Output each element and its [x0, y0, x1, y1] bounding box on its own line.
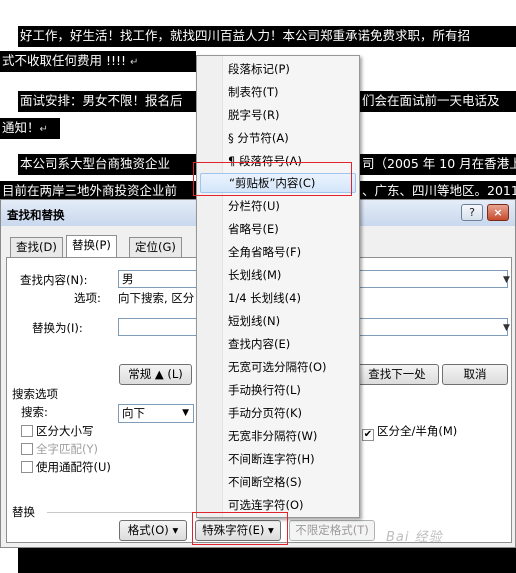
- dialog-title: 查找和替换: [7, 208, 65, 222]
- tab-replace[interactable]: 替换(P): [66, 235, 117, 258]
- annotation-box-special-button: [192, 512, 288, 545]
- menu-item-nonbreaking-space[interactable]: 不间断空格(S): [200, 472, 356, 492]
- doc-line-2: 式不收取任何费用 !!!! ↵: [0, 51, 196, 72]
- annotation-box-clipboard: [193, 162, 352, 196]
- replace-label: 替换为(I):: [32, 321, 83, 335]
- section-divider: [47, 512, 197, 513]
- options-label: 选项:: [74, 291, 101, 305]
- close-button[interactable]: ×: [487, 204, 509, 221]
- no-format-button[interactable]: 不限定格式(T): [289, 520, 375, 541]
- doc-line-5a: 本公司系大型台商独资企业: [18, 154, 196, 175]
- menu-item-zero-width-non-break[interactable]: 无宽非分隔符(W): [200, 426, 356, 446]
- menu-item-paragraph-mark[interactable]: 段落标记(P): [200, 59, 356, 79]
- menu-item-caret[interactable]: 脱字号(R): [200, 105, 356, 125]
- watermark: Bai 经验: [386, 530, 443, 545]
- special-characters-menu: 段落标记(P) 制表符(T) 脱字号(R) § 分节符(A) ¶ 段落符号(A)…: [196, 55, 360, 518]
- menu-item-manual-line-break[interactable]: 手动换行符(L): [200, 380, 356, 400]
- menu-item-section-char[interactable]: § 分节符(A): [200, 128, 356, 148]
- doc-line-1: 好工作，好生活！找工作，就找四川百益人力！本公司郑重承诺免费求职，所有招: [18, 26, 516, 47]
- format-button[interactable]: 格式(O) ▾: [119, 520, 187, 541]
- doc-line-5b: 司（2005 年 10 月在香港上: [360, 154, 516, 175]
- checkbox-icon: [21, 425, 33, 437]
- replace-section-title: 替换: [12, 505, 35, 519]
- doc-bottom-line: [18, 548, 516, 573]
- wildcards-checkbox[interactable]: 使用通配符(U): [21, 459, 111, 475]
- match-case-checkbox[interactable]: 区分大小写: [21, 423, 94, 439]
- menu-item-quarter-em-dash[interactable]: 1/4 长划线(4): [200, 288, 356, 308]
- checked-icon: ✔: [362, 429, 374, 441]
- doc-line-3a: 面试安排：男女不限！报名后: [18, 91, 196, 112]
- search-direction-value: 向下: [122, 406, 145, 420]
- search-direction-label: 搜索:: [21, 405, 48, 419]
- less-button[interactable]: 常规 ▲ (L): [119, 364, 192, 385]
- replace-dropdown-icon[interactable]: ▼: [503, 323, 510, 333]
- checkbox-icon: [21, 461, 33, 473]
- tab-goto[interactable]: 定位(G): [129, 237, 182, 257]
- menu-item-fullwidth-ellipsis[interactable]: 全角省略号(F): [200, 242, 356, 262]
- help-button[interactable]: ?: [461, 204, 483, 221]
- whole-word-checkbox[interactable]: 全字匹配(Y): [21, 441, 98, 457]
- search-options-title: 搜索选项: [12, 387, 58, 401]
- tab-find[interactable]: 查找(D): [10, 237, 63, 257]
- search-direction-select[interactable]: 向下 ▼: [118, 404, 194, 423]
- find-dropdown-icon[interactable]: ▼: [503, 275, 510, 285]
- menu-item-manual-page-break[interactable]: 手动分页符(K): [200, 403, 356, 423]
- menu-item-zero-width-optional-break[interactable]: 无宽可选分隔符(O): [200, 357, 356, 377]
- menu-item-ellipsis[interactable]: 省略号(E): [200, 219, 356, 239]
- menu-item-en-dash[interactable]: 短划线(N): [200, 311, 356, 331]
- find-next-button[interactable]: 查找下一处: [355, 364, 439, 385]
- match-width-checkbox[interactable]: ✔ 区分全/半角(M): [362, 423, 457, 441]
- chevron-down-icon: ▼: [182, 408, 189, 418]
- checkbox-icon: [21, 443, 33, 455]
- options-value: 向下搜索, 区分: [118, 291, 195, 305]
- menu-item-nonbreaking-hyphen[interactable]: 不间断连字符(H): [200, 449, 356, 469]
- find-value: 男: [122, 272, 134, 286]
- find-label: 查找内容(N):: [20, 273, 88, 287]
- cancel-button[interactable]: 取消: [442, 364, 508, 385]
- menu-item-find-what[interactable]: 查找内容(E): [200, 334, 356, 354]
- doc-line-4: 通知！↵: [0, 118, 60, 139]
- doc-line-3b: 们会在面试前一天电话及: [360, 91, 516, 112]
- menu-item-column-break[interactable]: 分栏符(U): [200, 196, 356, 216]
- menu-icon-gutter: [197, 56, 223, 517]
- menu-item-tab[interactable]: 制表符(T): [200, 82, 356, 102]
- menu-item-em-dash[interactable]: 长划线(M): [200, 265, 356, 285]
